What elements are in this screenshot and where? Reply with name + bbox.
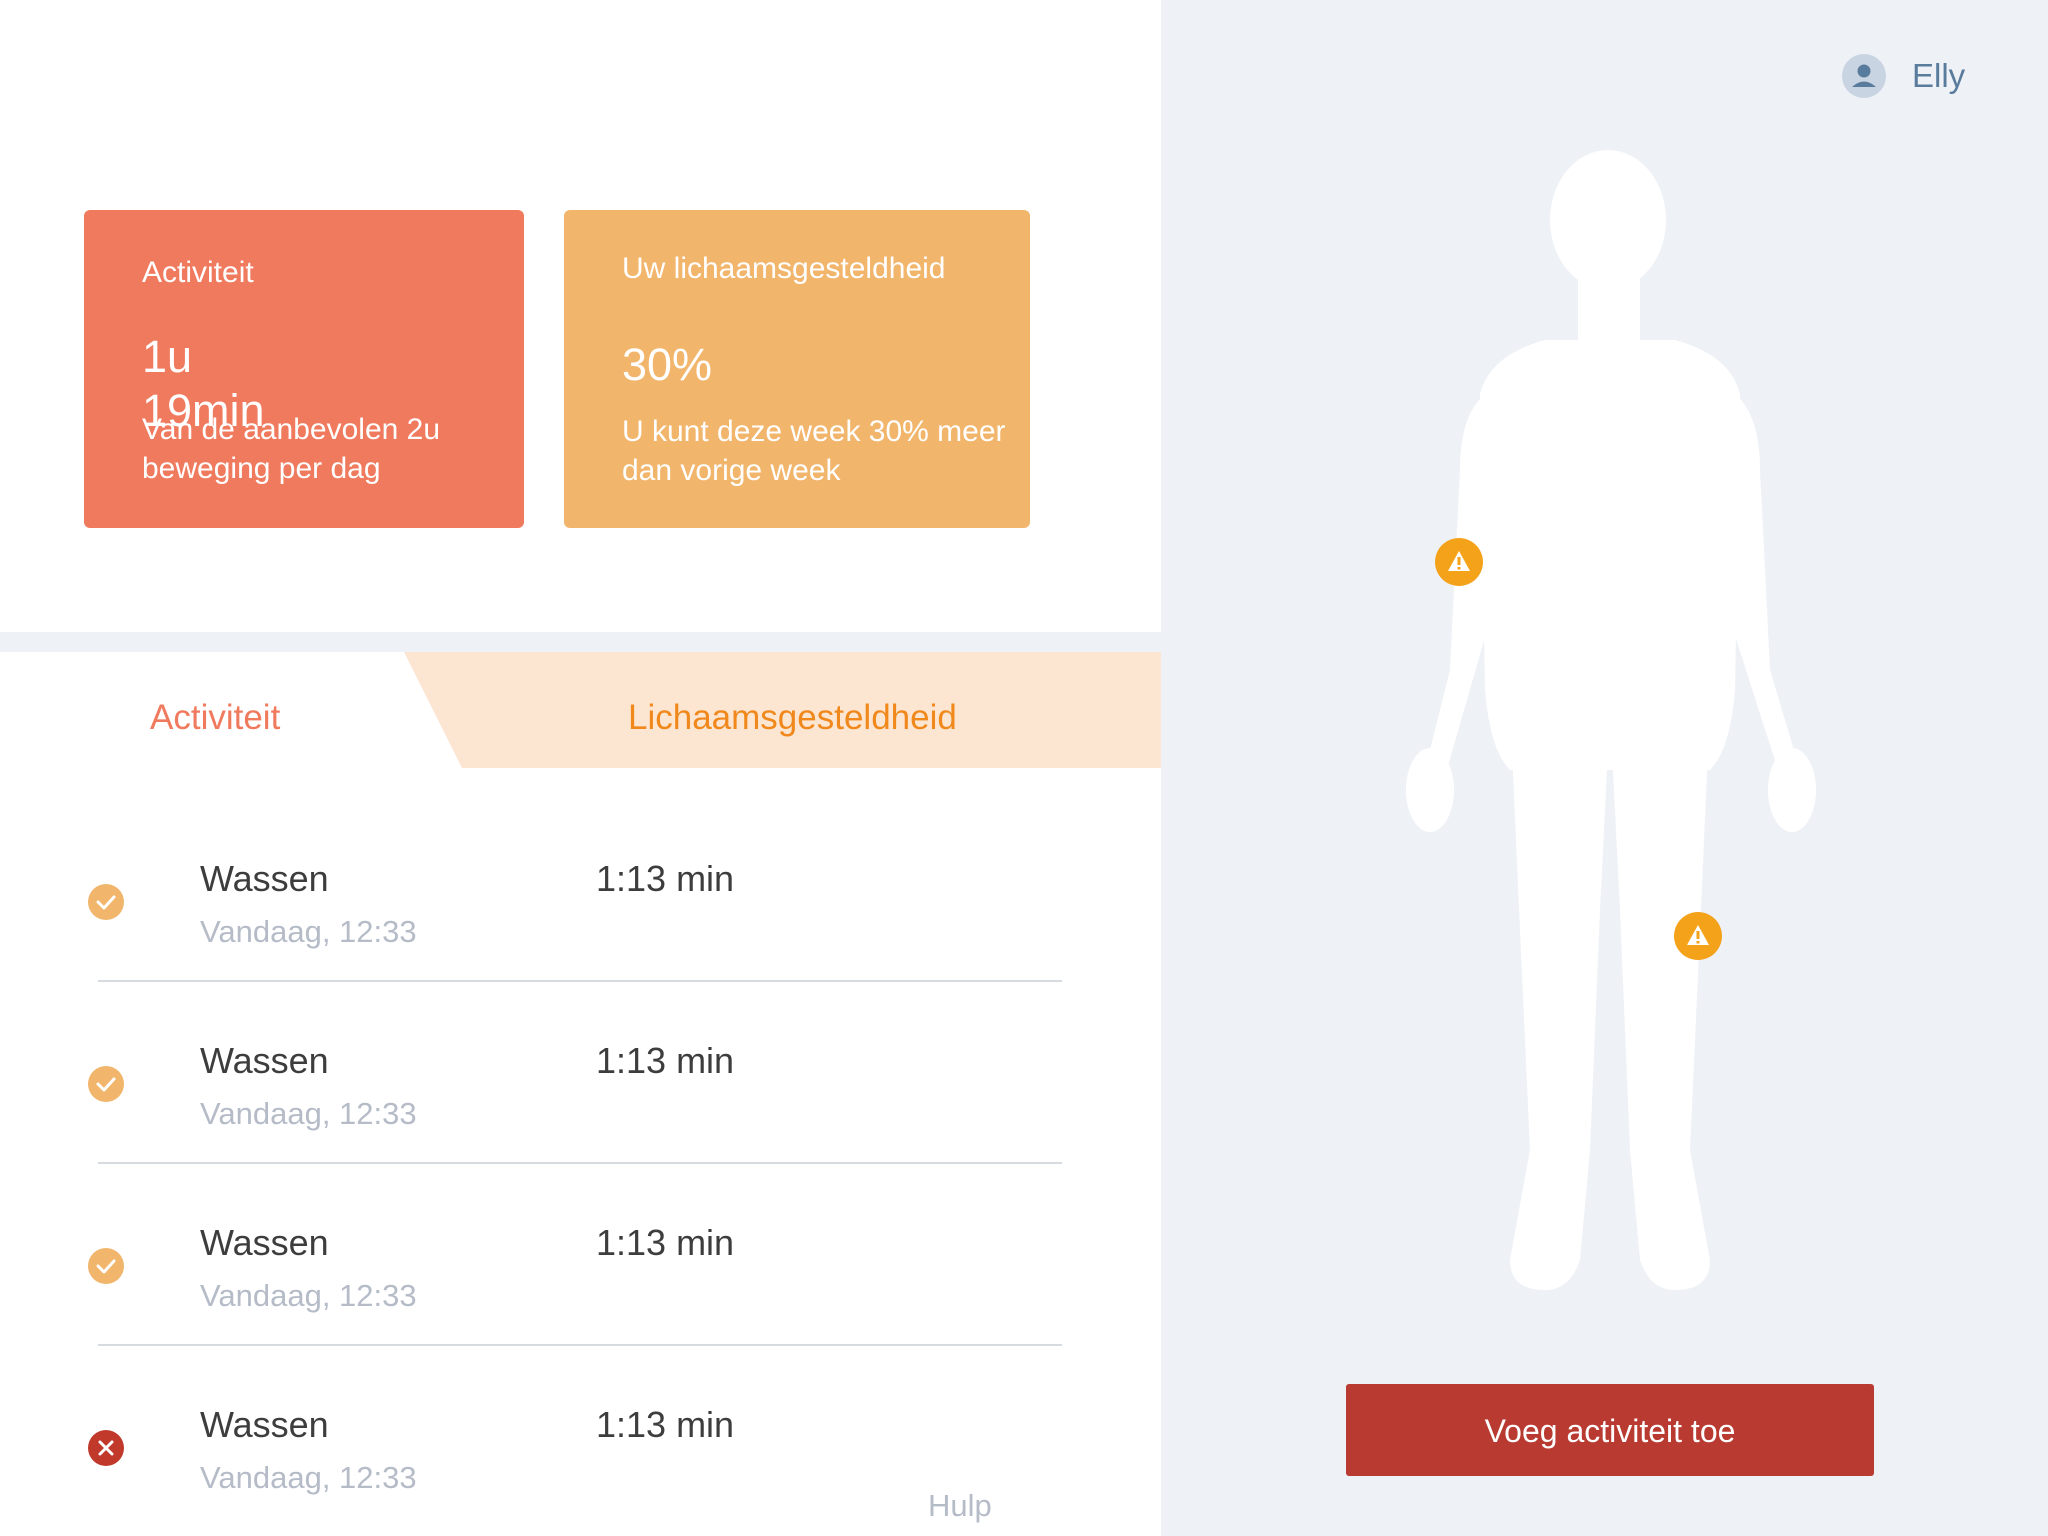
- warning-icon[interactable]: [1674, 912, 1722, 960]
- activity-duration: 1:13 min: [596, 1222, 735, 1263]
- body-figure: [1406, 150, 1816, 1290]
- person-icon: [1842, 54, 1886, 98]
- health-card-title: Uw lichaamsgesteldheid: [622, 252, 946, 285]
- health-card-description: U kunt deze week 30% meer dan vorige wee…: [622, 415, 1006, 487]
- activity-time: Vandaag, 12:33: [200, 914, 417, 949]
- user-name: Elly: [1912, 57, 1966, 94]
- activity-card-description: Van de aanbevolen 2u beweging per dag: [142, 413, 441, 485]
- section-divider: [0, 632, 1163, 652]
- health-card[interactable]: Uw lichaamsgesteldheid 30% U kunt deze w…: [564, 210, 1030, 528]
- activity-name: Wassen: [200, 858, 329, 899]
- check-circle-icon: [88, 1066, 124, 1102]
- help-link[interactable]: Hulp: [928, 1488, 992, 1524]
- health-card-value: 30%: [622, 339, 713, 390]
- activity-duration: 1:13 min: [596, 1404, 735, 1445]
- warning-icon[interactable]: [1435, 538, 1483, 586]
- activity-time: Vandaag, 12:33: [200, 1096, 417, 1131]
- add-activity-button[interactable]: Voeg activiteit toe: [1346, 1384, 1874, 1476]
- check-circle-icon: [88, 884, 124, 920]
- activity-name: Wassen: [200, 1040, 329, 1081]
- activity-name: Wassen: [200, 1222, 329, 1263]
- activity-duration: 1:13 min: [596, 858, 735, 899]
- list-item[interactable]: Wassen 1:13 min Vandaag, 12:33: [0, 982, 1163, 1164]
- check-circle-icon: [88, 1248, 124, 1284]
- tab-lichaamsgesteldheid[interactable]: Lichaamsgesteldheid: [628, 652, 957, 768]
- activity-duration: 1:13 min: [596, 1040, 735, 1081]
- activity-name: Wassen: [200, 1404, 329, 1445]
- activity-card[interactable]: Activiteit 1u 19min Van de aanbevolen 2u…: [84, 210, 524, 528]
- tab-activiteit[interactable]: Activiteit: [150, 652, 280, 768]
- left-panel: Activiteit 1u 19min Van de aanbevolen 2u…: [0, 0, 1163, 1536]
- list-item[interactable]: Wassen 1:13 min Vandaag, 12:33: [0, 1164, 1163, 1346]
- activity-time: Vandaag, 12:33: [200, 1460, 417, 1495]
- activity-card-title: Activiteit: [142, 256, 254, 289]
- activity-time: Vandaag, 12:33: [200, 1278, 417, 1313]
- tab-bar: Activiteit Lichaamsgesteldheid: [0, 652, 1163, 768]
- x-circle-icon: [88, 1430, 124, 1466]
- list-item[interactable]: Wassen 1:13 min Vandaag, 12:33: [0, 800, 1163, 982]
